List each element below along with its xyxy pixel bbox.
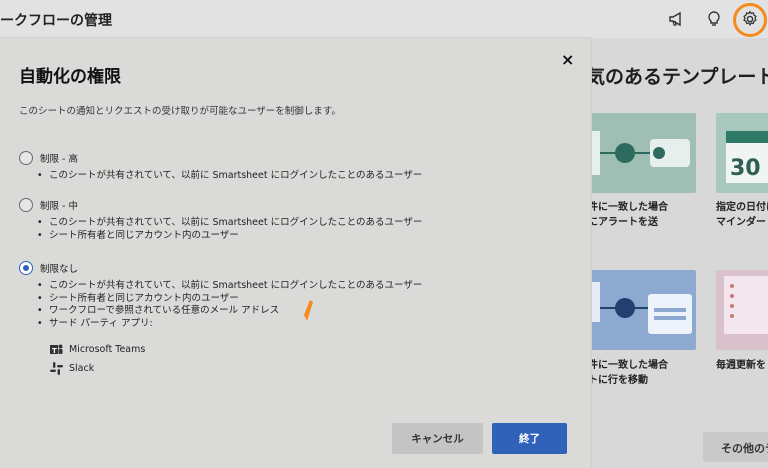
slack-icon	[50, 362, 63, 375]
option-restricted-medium: 制限 - 中 このシートが共有されていて、以前に Smartsheet にログイ…	[19, 197, 422, 242]
app-name: Microsoft Teams	[69, 344, 146, 355]
teams-icon: T	[50, 343, 63, 356]
pen-mark-icon	[302, 300, 314, 326]
bullet-item: ワークフローで参照されている任意のメール アドレス	[37, 305, 422, 318]
calendar-number: 30	[730, 156, 761, 181]
dialog-description: このシートの通知とリクエストの受け取りが可能なユーザーを制御します。	[19, 106, 341, 117]
tile-caption: 条件に一致した場合 ーにアラートを送	[578, 202, 668, 228]
template-tile-weekly-update[interactable]	[716, 270, 768, 350]
radio-label: 制限 - 中	[40, 201, 78, 212]
svg-text:T: T	[52, 347, 57, 355]
bullet-list: このシートが共有されていて、以前に Smartsheet にログインしたことのあ…	[37, 217, 422, 242]
close-icon[interactable]: ×	[561, 50, 574, 69]
automation-permissions-dialog: × 自動化の権限 このシートの通知とリクエストの受け取りが可能なユーザーを制御し…	[0, 38, 591, 468]
radio-row[interactable]: 制限 - 高	[19, 150, 422, 166]
radio-label: 制限 - 高	[40, 154, 78, 165]
dialog-title: 自動化の権限	[19, 67, 121, 87]
radio-label: 制限なし	[40, 264, 79, 275]
lightbulb-icon[interactable]	[703, 8, 725, 30]
radio-row[interactable]: 制限 - 中	[19, 197, 422, 213]
bullet-list: このシートが共有されていて、以前に Smartsheet にログインしたことのあ…	[37, 280, 422, 330]
bullet-item: このシートが共有されていて、以前に Smartsheet にログインしたことのあ…	[37, 280, 422, 293]
radio-button-checked[interactable]	[19, 261, 33, 275]
bullet-item: このシートが共有されていて、以前に Smartsheet にログインしたことのあ…	[37, 217, 422, 230]
option-restricted-high: 制限 - 高 このシートが共有されていて、以前に Smartsheet にログイ…	[19, 150, 422, 183]
radio-row[interactable]: 制限なし	[19, 260, 422, 276]
page-title: ークフローの管理	[0, 13, 112, 29]
cancel-button[interactable]: キャンセル	[392, 423, 483, 454]
bullet-list: このシートが共有されていて、以前に Smartsheet にログインしたことのあ…	[37, 170, 422, 183]
radio-button[interactable]	[19, 151, 33, 165]
bullet-item: このシートが共有されていて、以前に Smartsheet にログインしたことのあ…	[37, 170, 422, 183]
bullet-item: サード パーティ アプリ:	[37, 318, 422, 331]
template-heading: 気のあるテンプレート	[586, 66, 768, 88]
option-unrestricted: 制限なし このシートが共有されていて、以前に Smartsheet にログインし…	[19, 260, 422, 330]
finish-button[interactable]: 終了	[492, 423, 567, 454]
app-microsoft-teams: T Microsoft Teams	[50, 343, 145, 356]
bullet-item: シート所有者と同じアカウント内のユーザー	[37, 230, 422, 243]
radio-button[interactable]	[19, 198, 33, 212]
gear-icon[interactable]	[739, 8, 761, 30]
bullet-item: シート所有者と同じアカウント内のユーザー	[37, 293, 422, 306]
template-tile-reminder[interactable]: 30	[716, 113, 768, 193]
app-slack: Slack	[50, 362, 94, 375]
template-gallery-background	[591, 38, 768, 468]
more-templates-button[interactable]: その他のテ	[703, 432, 768, 462]
app-name: Slack	[69, 363, 95, 374]
megaphone-icon[interactable]	[666, 8, 688, 30]
top-bar: ークフローの管理	[0, 0, 768, 38]
tile-caption: 毎週更新を	[716, 360, 766, 371]
tile-caption: 条件に一致した場合 ートに行を移動	[578, 360, 668, 386]
tile-caption: 指定の日付にマインダー	[716, 202, 768, 228]
